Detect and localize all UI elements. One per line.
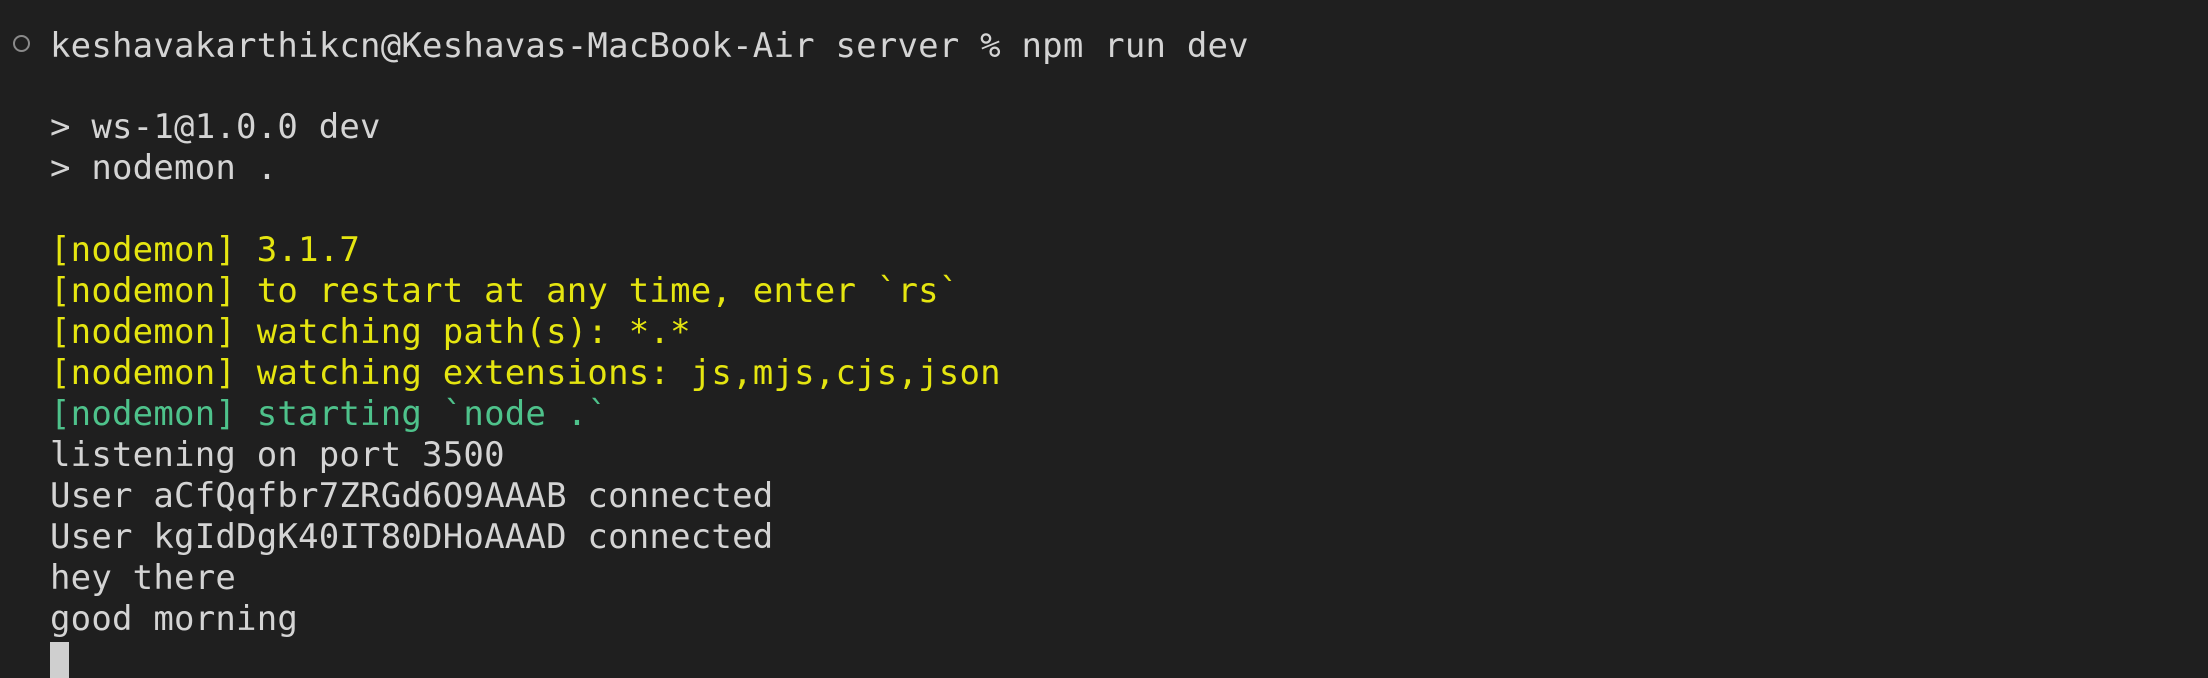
nodemon-version-line: [nodemon] 3.1.7: [50, 230, 361, 270]
command-prompt-line: keshavakarthikcn@Keshavas-MacBook-Air se…: [50, 26, 1249, 66]
output-line: hey there: [50, 558, 237, 598]
terminal-cursor: [50, 642, 69, 678]
command-status-dot-icon[interactable]: [13, 35, 30, 52]
nodemon-paths-line: [nodemon] watching path(s): *.*: [50, 312, 691, 352]
output-line: User aCfQqfbr7ZRGd6O9AAAB connected: [50, 476, 774, 516]
nodemon-starting-line: [nodemon] starting `node .`: [50, 394, 609, 434]
output-line: User kgIdDgK40IT80DHoAAAD connected: [50, 517, 774, 557]
terminal-panel[interactable]: keshavakarthikcn@Keshavas-MacBook-Air se…: [0, 0, 2208, 678]
output-line: > nodemon .: [50, 148, 278, 188]
output-line: listening on port 3500: [50, 435, 505, 475]
output-line: > ws-1@1.0.0 dev: [50, 107, 381, 147]
output-line: good morning: [50, 599, 299, 639]
nodemon-extensions-line: [nodemon] watching extensions: js,mjs,cj…: [50, 353, 1001, 393]
nodemon-restart-line: [nodemon] to restart at any time, enter …: [50, 271, 960, 311]
